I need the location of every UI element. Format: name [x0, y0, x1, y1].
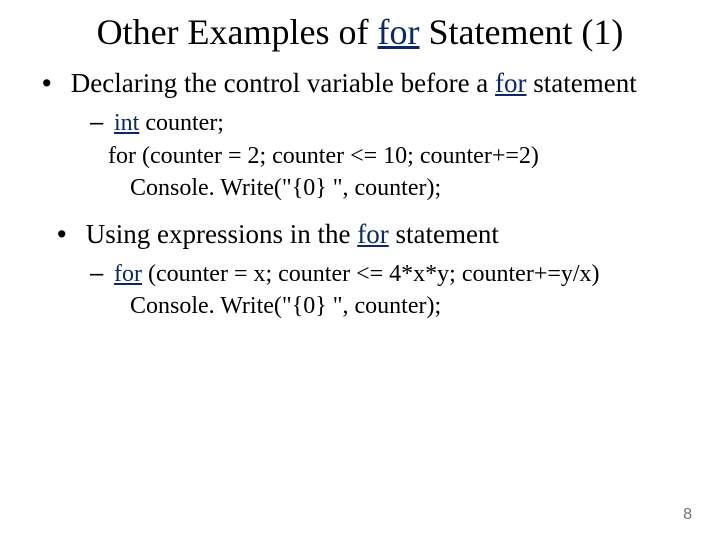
bullet1-keyword-for: for: [495, 68, 526, 98]
section-using-expressions: Using expressions in the for statement f…: [42, 218, 678, 323]
slide-title: Other Examples of for Statement (1): [0, 0, 720, 53]
slide-body: Declaring the control variable before a …: [0, 53, 720, 322]
title-text-pre: Other Examples of: [97, 12, 378, 52]
bullet1-text-pre: Declaring the control variable before a: [71, 68, 495, 98]
code1-line1-rest: counter;: [139, 110, 224, 136]
code1-for-keyword: for: [108, 143, 136, 169]
code1-line2: for (counter = 2; counter <= 10; counter…: [90, 140, 678, 172]
code-block-1: int counter; for (counter = 2; counter <…: [90, 107, 678, 204]
code2-line1-rest: (counter = x; counter <= 4*x*y; counter+…: [142, 261, 600, 287]
title-text-post: Statement (1): [419, 12, 623, 52]
bullet2-text-post: statement: [389, 219, 499, 249]
code1-line2-rest: (counter = 2; counter <= 10; counter+=2): [136, 143, 539, 169]
code2-for-keyword: for: [114, 261, 142, 287]
code-block-2: for (counter = x; counter <= 4*x*y; coun…: [90, 258, 678, 323]
slide: Other Examples of for Statement (1) Decl…: [0, 0, 720, 540]
page-number: 8: [683, 506, 692, 524]
bullet1-text-post: statement: [527, 68, 637, 98]
code1-line3: Console. Write("{0} ", counter);: [90, 172, 678, 204]
code1-line1: int counter;: [90, 107, 678, 139]
code2-line2: Console. Write("{0} ", counter);: [90, 290, 678, 322]
bullet-declare-before: Declaring the control variable before a …: [42, 67, 678, 101]
bullet-using-expressions: Using expressions in the for statement: [42, 218, 678, 252]
bullet2-keyword-for: for: [357, 219, 388, 249]
code2-line1: for (counter = x; counter <= 4*x*y; coun…: [90, 258, 678, 290]
code1-int-keyword: int: [114, 110, 139, 136]
title-keyword-for: for: [377, 12, 419, 52]
bullet2-text-pre: Using expressions in the: [86, 219, 357, 249]
